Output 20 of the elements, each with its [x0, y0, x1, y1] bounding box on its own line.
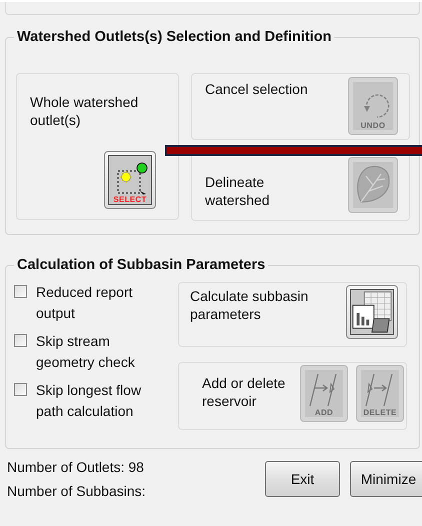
- calculate-label: Calculate subbasin parameters: [190, 287, 310, 323]
- spreadsheet-chart-icon: [350, 290, 394, 334]
- option-label: Skip longest flow path calculation: [36, 381, 142, 421]
- option-label: Reduced report output: [36, 283, 134, 323]
- minimize-button[interactable]: Minimize: [350, 461, 422, 497]
- reservoir-label: Add or delete reservoir: [202, 374, 286, 410]
- exit-button[interactable]: Exit: [265, 461, 340, 497]
- option-label: Skip stream geometry check: [36, 332, 136, 372]
- calculate-button[interactable]: [346, 285, 398, 339]
- checkbox[interactable]: [14, 383, 27, 396]
- status-text: Number of Subbasins:: [7, 483, 147, 499]
- select-button[interactable]: SELECT: [104, 151, 156, 209]
- group-title: Calculation of Subbasin Parameters: [16, 257, 266, 273]
- status-text: Number of Outlets: 98: [7, 459, 145, 475]
- delineate-label: Delineate watershed: [205, 173, 271, 209]
- checkbox[interactable]: [14, 334, 27, 347]
- checkbox[interactable]: [14, 285, 27, 298]
- whole-outlet-label: Whole watershed outlet(s): [30, 93, 140, 129]
- cancel-label: Cancel selection: [205, 80, 309, 98]
- group-title: Watershed Outlets(s) Selection and Definition: [16, 29, 332, 45]
